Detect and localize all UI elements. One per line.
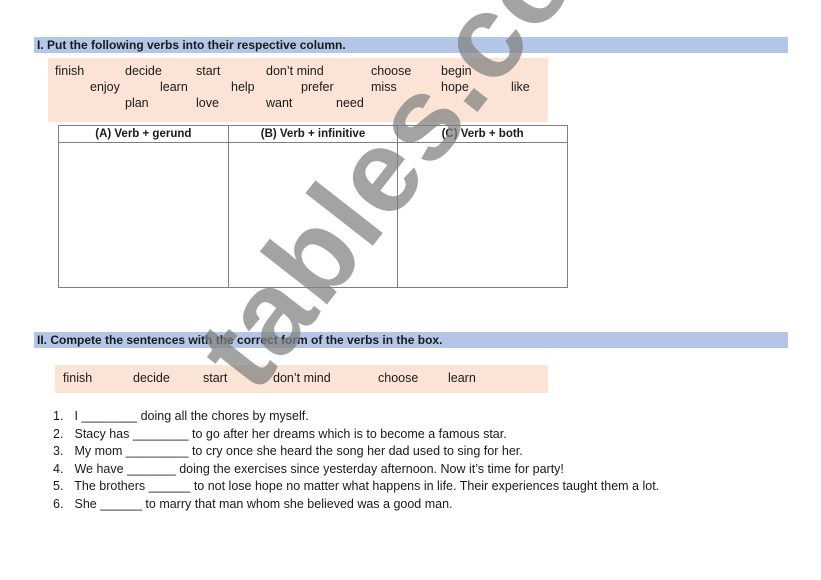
verb-box-2: finish decide start don’t mind choose le… <box>55 365 548 393</box>
verb-word: decide <box>125 64 162 78</box>
verb-word: need <box>336 96 364 110</box>
sentence-number: 2. <box>53 426 64 441</box>
sentence-before: She <box>74 496 97 511</box>
sentence-after: to marry that man whom she believed was … <box>145 496 453 511</box>
sentence-item: 3. My mom _________ to cry once she hear… <box>53 443 659 461</box>
verb-word: learn <box>448 371 476 385</box>
sentence-number: 1. <box>53 409 64 423</box>
sentence-after: to not lose hope no matter what happens … <box>193 479 660 494</box>
verb-word: start <box>203 371 228 385</box>
verb-word: decide <box>133 371 170 385</box>
verb-word: hope <box>441 80 469 94</box>
sentence-before: My mom <box>74 444 123 459</box>
verb-word: don’t mind <box>266 64 324 78</box>
sentence-before: The brothers <box>74 479 146 494</box>
answer-cell-both[interactable] <box>397 142 568 288</box>
answer-blank[interactable]: ______ <box>100 497 142 511</box>
verb-word: choose <box>371 64 412 78</box>
answer-blank[interactable]: ________ <box>133 427 189 441</box>
sentence-after: doing the exercises since yesterday afte… <box>179 461 564 476</box>
sentence-number: 3. <box>53 444 64 459</box>
sentence-before: Stacy has <box>74 426 130 441</box>
sentence-item: 1. I ________ doing all the chores by my… <box>53 408 659 426</box>
column-header-infinitive: (B) Verb + infinitive <box>227 125 399 143</box>
column-header-gerund: (A) Verb + gerund <box>58 125 229 143</box>
answer-blank[interactable]: _______ <box>127 462 176 476</box>
sentence-item: 5. The brothers ______ to not lose hope … <box>53 478 659 496</box>
verb-box-1: finish decide start don’t mind choose be… <box>48 58 548 122</box>
verb-word: want <box>266 96 293 110</box>
section-2-title: II. Compete the sentences with the corre… <box>34 332 788 348</box>
verb-word: help <box>231 80 255 94</box>
sentence-after: to go after her dreams which is to becom… <box>191 426 507 441</box>
section-1-title: I. Put the following verbs into their re… <box>34 37 788 53</box>
sentence-number: 5. <box>53 479 64 494</box>
answer-blank[interactable]: ______ <box>149 479 191 493</box>
answer-cell-gerund[interactable] <box>58 142 229 288</box>
sentence-item: 4. We have _______ doing the exercises s… <box>53 461 659 479</box>
sentence-before: We have <box>74 461 124 476</box>
verb-word: don’t mind <box>273 371 331 385</box>
verb-word: miss <box>371 80 397 94</box>
sentence-item: 6. She ______ to marry that man whom she… <box>53 496 659 514</box>
sentence-after: to cry once she heard the song her dad u… <box>191 444 523 459</box>
verb-word: finish <box>55 64 85 78</box>
verb-word: enjoy <box>90 80 120 94</box>
column-header-both: (C) Verb + both <box>397 125 568 143</box>
sentence-number: 4. <box>53 461 64 476</box>
answer-blank[interactable]: _________ <box>126 444 189 458</box>
verb-word: choose <box>378 371 419 385</box>
verb-word: like <box>511 80 530 94</box>
worksheet-page: I. Put the following verbs into their re… <box>0 0 821 580</box>
sentence-after: doing all the chores by myself. <box>140 409 309 423</box>
verb-word: prefer <box>301 80 334 94</box>
verb-word: love <box>196 96 219 110</box>
answer-cell-infinitive[interactable] <box>227 142 399 288</box>
verb-sort-table: (A) Verb + gerund (B) Verb + infinitive … <box>58 125 568 288</box>
verb-word: learn <box>160 80 188 94</box>
verb-word: start <box>196 64 221 78</box>
sentence-number: 6. <box>53 496 64 511</box>
verb-word: finish <box>63 371 93 385</box>
sentence-item: 2. Stacy has ________ to go after her dr… <box>53 426 659 444</box>
sentence-before: I <box>74 409 78 423</box>
verb-word: begin <box>441 64 472 78</box>
verb-word: plan <box>125 96 149 110</box>
answer-blank[interactable]: ________ <box>81 409 137 423</box>
sentence-list: 1. I ________ doing all the chores by my… <box>53 408 659 514</box>
